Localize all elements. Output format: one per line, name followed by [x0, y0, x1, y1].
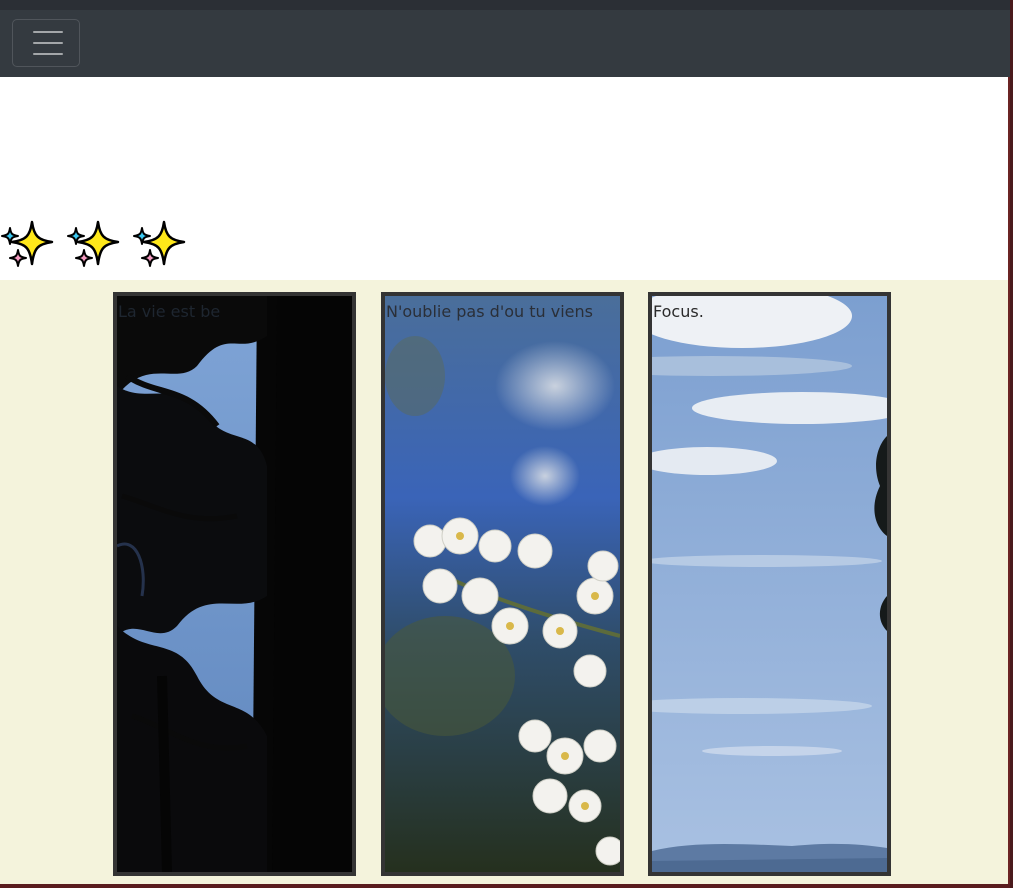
top-strip	[0, 0, 1010, 10]
sky-photo	[652, 296, 887, 872]
gallery-card-blossoms[interactable]: N'oublie pas d'ou tu viens	[381, 292, 624, 876]
tree-silhouette-photo	[117, 296, 352, 872]
navbar	[0, 10, 1010, 77]
sparkles-icon	[133, 220, 186, 267]
card-caption: Focus.	[653, 302, 704, 321]
card-caption: La vie est be	[118, 302, 221, 321]
navbar-toggler-button[interactable]	[12, 19, 80, 67]
sparkles-row	[0, 218, 188, 274]
bottom-strip	[0, 884, 1010, 888]
sparkles-icon	[1, 220, 54, 267]
photo-gallery: La vie est be N'oublie pas d'ou tu viens…	[0, 280, 1008, 884]
blossoms-photo	[385, 296, 620, 872]
window-edge-inner	[1008, 77, 1010, 888]
sparkles-icon	[67, 220, 120, 267]
gallery-card-sky[interactable]: Focus.	[648, 292, 891, 876]
gallery-card-tree[interactable]: La vie est be	[113, 292, 356, 876]
card-caption: N'oublie pas d'ou tu viens	[386, 302, 593, 321]
